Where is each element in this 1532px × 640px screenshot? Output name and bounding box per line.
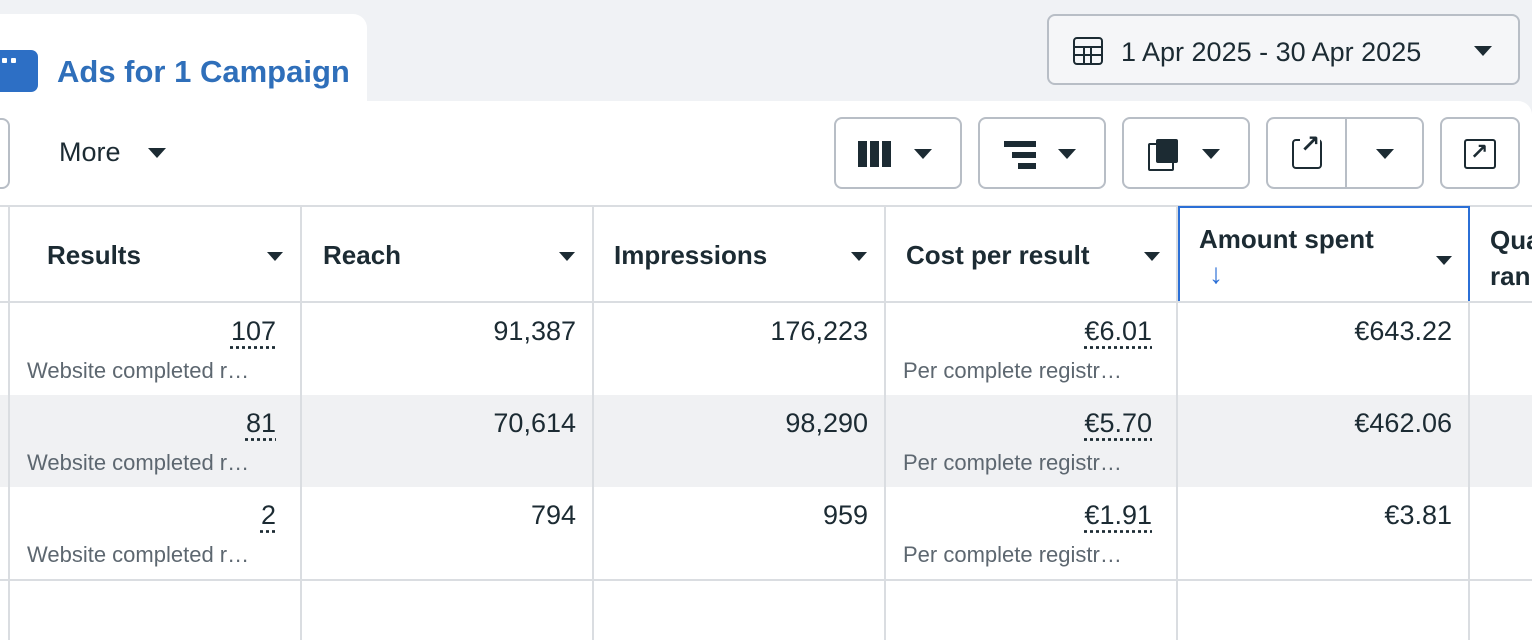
chevron-down-icon [148,148,166,158]
more-label: More [59,137,121,167]
column-header-results[interactable]: Results [47,206,292,302]
column-header-reach[interactable]: Reach [323,206,583,302]
cost-description: Per complete registr… [903,358,1122,383]
column-divider [300,206,302,640]
chevron-down-icon [1058,149,1076,159]
columns-button[interactable] [834,117,962,189]
chevron-down-icon [914,149,932,159]
header-label: Reach [323,240,402,270]
column-header-cost-per-result[interactable]: Cost per result [906,206,1166,302]
cost-per-result-value[interactable]: €6.01 [1084,316,1152,347]
campaign-tab[interactable]: Ads for 1 Campaign [0,14,367,114]
results-value[interactable]: 81 [246,408,276,439]
chevron-down-icon [1144,252,1160,261]
breakdown-button[interactable] [978,117,1106,189]
column-header-amount-spent[interactable]: Amount spent [1199,206,1459,302]
results-value[interactable]: 107 [231,316,276,347]
button-divider [1345,119,1347,187]
chevron-down-icon [851,252,867,261]
date-range-value: 1 Apr 2025 - 30 Apr 2025 [1121,37,1422,67]
impressions-value: 176,223 [770,316,868,346]
amount-spent-value: €3.81 [1384,500,1452,530]
chevron-down-icon [1474,46,1492,56]
header-label: Amount spent [1199,224,1374,254]
chart-button[interactable] [1440,117,1520,189]
header-label: ran [1490,261,1531,291]
column-header-impressions[interactable]: Impressions [614,206,874,302]
header-label: Cost per result [906,240,1090,270]
chevron-down-icon [267,252,283,261]
reports-button[interactable] [1122,117,1250,189]
export-button[interactable] [1266,117,1424,189]
impressions-value: 98,290 [785,408,868,438]
header-label: Results [47,240,141,270]
columns-icon [858,141,892,167]
header-label: Impressions [614,240,768,270]
chevron-down-icon [1436,256,1452,265]
reports-icon [1148,139,1180,171]
tab-label: Ads for 1 Campaign [57,54,350,89]
chevron-down-icon [1202,149,1220,159]
cost-per-result-value[interactable]: €5.70 [1084,408,1152,439]
chevron-down-icon [559,252,575,261]
impressions-value: 959 [822,500,868,530]
breakdown-icon [1004,141,1036,169]
results-value[interactable]: 2 [261,500,276,531]
sort-descending-icon[interactable]: ↓ [1209,258,1223,290]
toolbar-left-button[interactable] [0,118,10,189]
column-header-quality-ranking[interactable]: Qua ran [1490,222,1532,294]
reach-value: 91,387 [493,316,576,346]
reach-value: 70,614 [493,408,576,438]
calendar-icon [1073,37,1103,65]
date-range-picker[interactable]: 1 Apr 2025 - 30 Apr 2025 [1047,14,1520,85]
table-divider [0,579,1532,581]
results-description: Website completed r… [27,450,250,475]
column-divider [8,206,10,640]
header-label: Qua [1490,225,1532,255]
chart-icon [1464,139,1496,169]
column-divider [884,206,886,640]
more-button[interactable]: More [59,137,166,168]
cost-description: Per complete registr… [903,450,1122,475]
amount-spent-value: €462.06 [1354,408,1452,438]
amount-spent-value: €643.22 [1354,316,1452,346]
results-description: Website completed r… [27,542,250,567]
results-description: Website completed r… [27,358,250,383]
column-divider [592,206,594,640]
reach-value: 794 [530,500,576,530]
chevron-down-icon[interactable] [1376,149,1394,159]
export-icon [1292,133,1322,169]
cost-description: Per complete registr… [903,542,1122,567]
ads-icon [0,50,38,92]
cost-per-result-value[interactable]: €1.91 [1084,500,1152,531]
